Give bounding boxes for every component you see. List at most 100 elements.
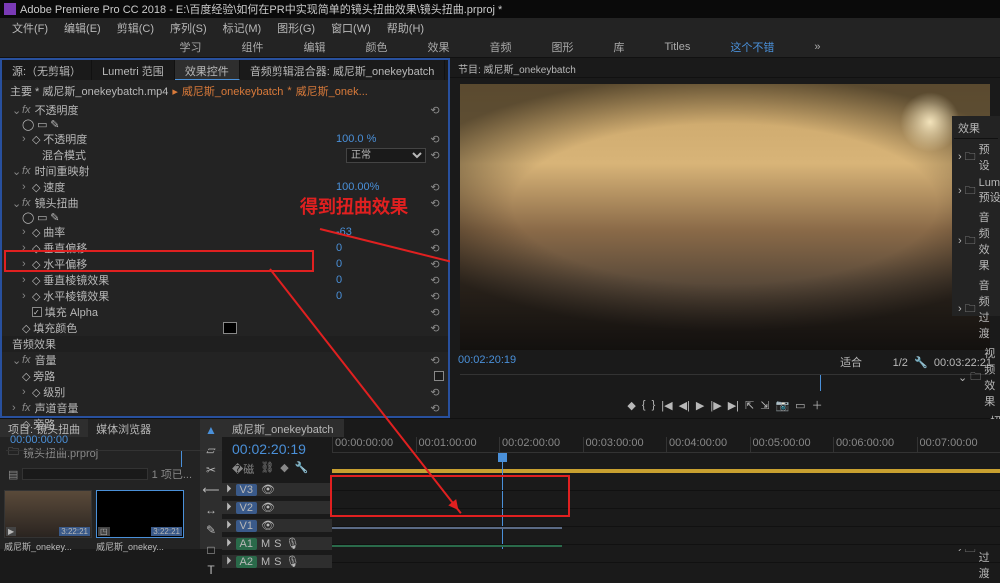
eye-icon[interactable]: 👁	[261, 483, 275, 496]
menu-edit[interactable]: 编辑(E)	[56, 18, 109, 36]
go-out-icon[interactable]: ▶|	[728, 399, 739, 412]
solo-icon[interactable]: S	[274, 556, 281, 568]
play-icon[interactable]: ▶	[696, 399, 704, 412]
filter-icon[interactable]: ▤	[8, 468, 18, 481]
program-monitor[interactable]	[460, 84, 990, 350]
settings-icon[interactable]: 🔧	[295, 461, 309, 477]
hand-tool-icon[interactable]: □	[207, 543, 214, 557]
type-tool-icon[interactable]: T	[207, 563, 214, 577]
keyframe-icon[interactable]: ◇	[32, 133, 40, 146]
reset-icon[interactable]: ⟲	[426, 386, 444, 399]
track-body[interactable]	[332, 490, 1000, 491]
audiotr-folder[interactable]: 音频过渡	[979, 277, 994, 341]
reset-icon[interactable]: ⟲	[426, 149, 444, 162]
mask-ellipse-icon[interactable]: ◯	[22, 118, 34, 131]
fx-timeremap[interactable]: 时间重映射	[35, 163, 444, 179]
reset-icon[interactable]: ⟲	[426, 290, 444, 303]
extract-icon[interactable]: ⇲	[760, 399, 769, 412]
ws-editing[interactable]: 编辑	[294, 37, 336, 57]
eye-icon[interactable]: 👁	[261, 519, 275, 532]
blend-select[interactable]: 正常	[346, 148, 426, 163]
program-scrubber[interactable]	[460, 374, 990, 390]
mute-icon[interactable]: M	[261, 538, 270, 550]
reset-icon[interactable]: ⟲	[426, 274, 444, 287]
razor-tool-icon[interactable]: ⟵	[202, 483, 219, 497]
reset-icon[interactable]: ⟲	[426, 181, 444, 194]
mic-icon[interactable]: 🎙	[285, 555, 299, 568]
track-toggle-icon[interactable]: ⏵	[226, 501, 232, 514]
ws-titles[interactable]: Titles	[655, 39, 701, 55]
reset-icon[interactable]: ⟲	[426, 226, 444, 239]
step-back-icon[interactable]: ◀|	[679, 399, 690, 412]
ws-effects[interactable]: 效果	[418, 37, 460, 57]
disclosure-icon[interactable]: ›	[22, 226, 30, 238]
tab-lumetri[interactable]: Lumetri 范围	[92, 60, 175, 80]
disclosure-icon[interactable]: ›	[12, 402, 20, 414]
track-a1[interactable]: A1	[236, 538, 257, 550]
disclosure-icon[interactable]: ⌄	[12, 197, 20, 210]
menu-graphics[interactable]: 图形(G)	[269, 18, 323, 36]
fit-dropdown[interactable]: 适合	[840, 357, 862, 369]
keyframe-icon[interactable]: ◇	[32, 181, 40, 194]
reset-icon[interactable]: ⟲	[426, 197, 444, 210]
program-tc-left[interactable]: 00:02:20:19	[458, 354, 516, 370]
val-vprism[interactable]: 0	[336, 274, 426, 286]
marker-icon[interactable]: ◆	[280, 461, 288, 477]
track-body[interactable]	[332, 544, 1000, 545]
preset-folder[interactable]: 预设	[979, 141, 994, 173]
val-hcenter[interactable]: 0	[336, 258, 426, 270]
disclosure-icon[interactable]: ›	[958, 303, 962, 315]
menu-sequence[interactable]: 序列(S)	[162, 18, 215, 36]
sequence-tab[interactable]: 威尼斯_onekeybatch	[222, 419, 344, 437]
solo-icon[interactable]: S	[274, 538, 281, 550]
mask-rect-icon[interactable]: ▭	[37, 118, 47, 131]
search-input[interactable]	[22, 468, 147, 480]
disclosure-icon[interactable]: ›	[22, 274, 30, 286]
disclosure-icon[interactable]: ⌄	[12, 165, 20, 178]
tab-effects[interactable]: 效果	[958, 120, 980, 136]
disclosure-icon[interactable]: ›	[22, 181, 30, 193]
timeline-tc[interactable]: 00:02:20:19	[222, 437, 332, 461]
keyframe-icon[interactable]: ◇	[32, 290, 40, 303]
reset-icon[interactable]: ⟲	[426, 322, 444, 335]
disclosure-icon[interactable]: ›	[22, 133, 30, 145]
keyframe-icon[interactable]: ◇	[32, 226, 40, 239]
track-toggle-icon[interactable]: ⏵	[226, 519, 232, 532]
playhead-icon[interactable]	[820, 375, 821, 391]
bin-label[interactable]: 威尼斯_onekey...	[4, 538, 92, 555]
fx-opacity[interactable]: 不透明度	[35, 102, 426, 118]
checkbox-bypass[interactable]	[434, 371, 444, 381]
menu-marker[interactable]: 标记(M)	[215, 18, 270, 36]
add-marker-icon[interactable]: ◆	[627, 399, 635, 412]
keyframe-icon[interactable]: ◇	[22, 370, 30, 383]
track-body[interactable]: fx 威尼斯_onekeybatch.mp4 [V]	[332, 526, 1000, 527]
time-ruler[interactable]: 00:00:00:00 00:01:00:00 00:02:00:00 00:0…	[332, 437, 1000, 453]
disclosure-icon[interactable]: ›	[22, 386, 30, 398]
mask-pen-icon[interactable]: ✎	[50, 211, 59, 224]
disclosure-icon[interactable]: ›	[22, 290, 30, 302]
track-body[interactable]	[332, 508, 1000, 509]
disclosure-icon[interactable]: ⌄	[958, 371, 967, 384]
go-in-icon[interactable]: |◀	[661, 399, 672, 412]
val-opacity[interactable]: 100.0 %	[336, 133, 426, 145]
audio-clip[interactable]	[332, 545, 562, 547]
mute-icon[interactable]: M	[261, 556, 270, 568]
val-speed[interactable]: 100.00%	[336, 181, 426, 193]
menu-help[interactable]: 帮助(H)	[379, 18, 432, 36]
reset-icon[interactable]: ⟲	[426, 402, 444, 415]
ws-graphics[interactable]: 图形	[542, 37, 584, 57]
safe-margins-icon[interactable]: ▭	[795, 399, 805, 412]
mask-pen-icon[interactable]: ✎	[50, 118, 59, 131]
work-area-bar[interactable]	[332, 469, 1000, 473]
pen-tool-icon[interactable]: ✎	[206, 523, 216, 537]
keyframe-icon[interactable]: ◇	[22, 418, 30, 431]
ws-color[interactable]: 颜色	[356, 37, 398, 57]
videofx-folder[interactable]: 视频效果	[984, 345, 995, 409]
video-clip[interactable]: fx 威尼斯_onekeybatch.mp4 [V]	[332, 527, 562, 529]
reset-icon[interactable]: ⟲	[426, 133, 444, 146]
linked-sel-icon[interactable]: ⛓	[260, 461, 274, 477]
timeline-playhead[interactable]	[502, 453, 503, 549]
src-tc-left[interactable]: 00:00:00:00	[10, 434, 68, 446]
track-body[interactable]	[332, 562, 1000, 563]
bin-label[interactable]: 威尼斯_onekey...	[96, 538, 184, 555]
